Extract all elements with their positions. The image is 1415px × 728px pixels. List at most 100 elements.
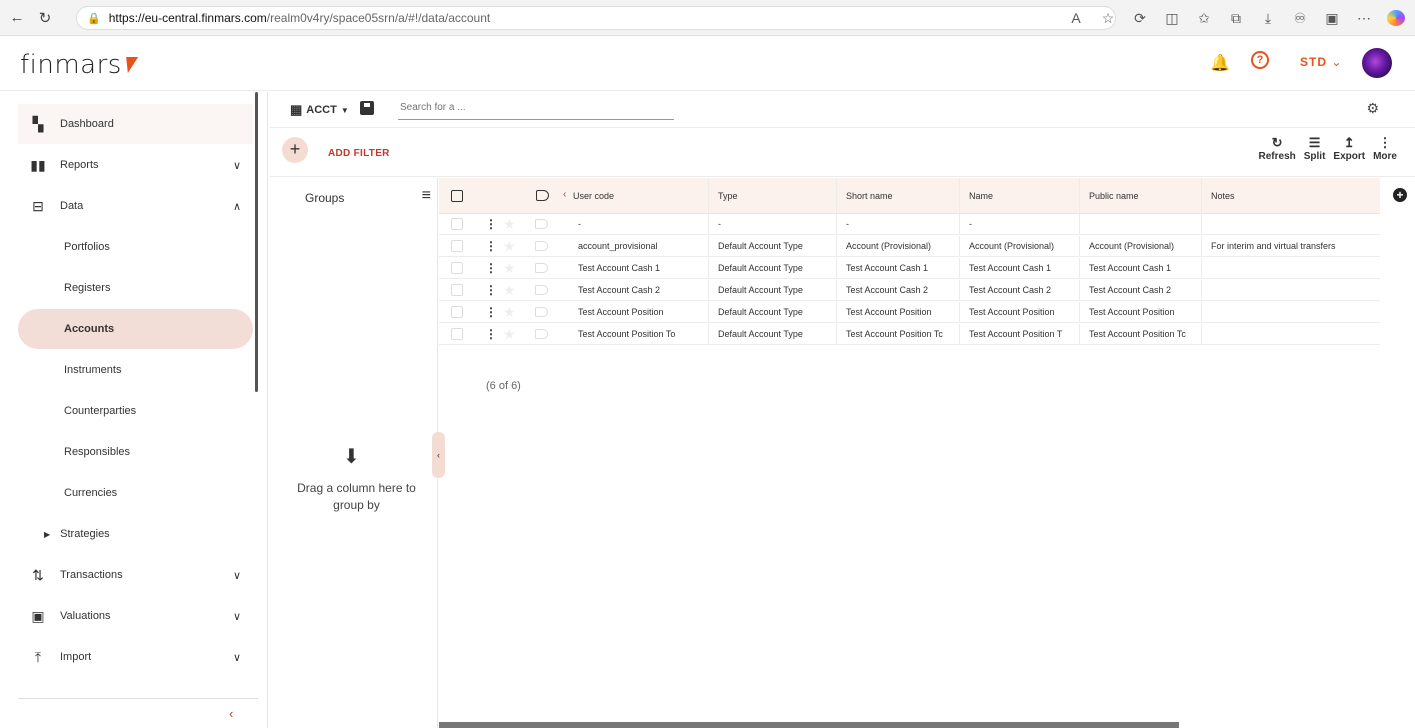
sidebar-item-currencies[interactable]: Currencies bbox=[18, 473, 253, 513]
collapse-sidebar-icon[interactable]: ‹ bbox=[229, 706, 233, 721]
table-row[interactable]: ⋮ ★ Test Account Position Default Account T… bbox=[439, 302, 1380, 323]
export-button[interactable]: ↥ Export bbox=[1333, 135, 1365, 162]
label-tag-icon[interactable] bbox=[535, 241, 548, 251]
table-cell[interactable]: - bbox=[960, 214, 1080, 234]
sidebar-item-import[interactable]: ⤒ Import ∨ bbox=[18, 637, 253, 677]
row-checkbox[interactable] bbox=[451, 218, 463, 230]
menu-icon[interactable]: ≡ bbox=[422, 187, 431, 205]
table-cell[interactable]: Account (Provisional) bbox=[1080, 236, 1202, 256]
table-cell[interactable]: Test Account Cash 1 bbox=[960, 258, 1080, 278]
sidebar-item-counterparties[interactable]: Counterparties bbox=[18, 391, 253, 431]
row-checkbox[interactable] bbox=[451, 328, 463, 340]
table-row[interactable]: ⋮ ★ Test Account Cash 2 Default Account Typ… bbox=[439, 280, 1380, 301]
table-cell[interactable] bbox=[1202, 258, 1380, 278]
more-icon[interactable]: ⋯ bbox=[1355, 10, 1373, 27]
sidebar-item-valuations[interactable]: ▣ Valuations ∨ bbox=[18, 596, 253, 636]
star-icon[interactable]: ★ bbox=[503, 304, 516, 321]
column-header-name[interactable]: Name bbox=[960, 178, 1080, 213]
gear-icon[interactable]: ⚙ bbox=[1366, 100, 1379, 117]
star-icon[interactable]: ★ bbox=[503, 282, 516, 299]
collections-icon[interactable]: ⧉ bbox=[1227, 10, 1245, 27]
sidebar-item-accounts[interactable]: Accounts bbox=[18, 309, 253, 349]
back-arrow-icon[interactable]: ← bbox=[6, 7, 28, 29]
table-cell[interactable] bbox=[1202, 324, 1380, 344]
row-checkbox[interactable] bbox=[451, 284, 463, 296]
table-cell[interactable]: - bbox=[837, 214, 960, 234]
star-icon[interactable]: ★ bbox=[503, 260, 516, 277]
row-menu-icon[interactable]: ⋮ bbox=[485, 239, 497, 253]
performance-icon[interactable]: ♾ bbox=[1291, 10, 1309, 27]
table-cell[interactable]: Account (Provisional) bbox=[837, 236, 960, 256]
table-cell[interactable] bbox=[1202, 280, 1380, 300]
table-cell[interactable] bbox=[1202, 214, 1380, 234]
label-tag-icon[interactable] bbox=[535, 263, 548, 273]
address-bar[interactable]: 🔒 https://eu-central.finmars.com /realm0… bbox=[76, 6, 1116, 30]
horizontal-scrollbar[interactable] bbox=[439, 722, 1179, 728]
label-tag-icon[interactable] bbox=[535, 329, 548, 339]
table-cell[interactable]: Test Account Position bbox=[960, 302, 1080, 322]
column-header-notes[interactable]: Notes bbox=[1202, 178, 1380, 213]
refresh-button[interactable]: ↻ Refresh bbox=[1259, 135, 1296, 162]
group-drop-zone[interactable]: Drag a column here to group by bbox=[284, 480, 429, 514]
table-cell[interactable]: Default Account Type bbox=[709, 236, 837, 256]
star-icon[interactable]: ★ bbox=[503, 326, 516, 343]
star-icon[interactable]: ★ bbox=[503, 238, 516, 255]
row-checkbox[interactable] bbox=[451, 306, 463, 318]
table-cell[interactable]: Test Account Position bbox=[1080, 302, 1202, 322]
help-icon[interactable]: ? bbox=[1251, 51, 1269, 69]
table-cell[interactable]: account_provisional bbox=[567, 236, 709, 256]
table-cell[interactable]: Test Account Position T bbox=[960, 324, 1080, 344]
table-cell[interactable]: Test Account Position Tc bbox=[837, 324, 960, 344]
column-header-public-name[interactable]: Public name bbox=[1080, 178, 1202, 213]
table-cell[interactable]: Test Account Cash 1 bbox=[1080, 258, 1202, 278]
more-button[interactable]: ⋮ More bbox=[1373, 135, 1397, 162]
table-cell[interactable]: Test Account Cash 1 bbox=[837, 258, 960, 278]
table-cell[interactable]: Test Account Cash 2 bbox=[837, 280, 960, 300]
table-row[interactable]: ⋮ ★ - - - - bbox=[439, 214, 1380, 235]
sidebar-item-responsibles[interactable]: Responsibles bbox=[18, 432, 253, 472]
read-aloud-icon[interactable]: A bbox=[1067, 10, 1085, 26]
star-icon[interactable]: ★ bbox=[503, 216, 516, 233]
select-all-checkbox[interactable] bbox=[451, 190, 463, 202]
table-row[interactable]: ⋮ ★ Test Account Position To Default Accoun… bbox=[439, 324, 1380, 345]
table-cell[interactable]: Test Account Position bbox=[837, 302, 960, 322]
row-menu-icon[interactable]: ⋮ bbox=[485, 217, 497, 231]
table-cell[interactable]: Default Account Type bbox=[709, 324, 837, 344]
column-arrow-icon[interactable]: ‹ bbox=[563, 189, 566, 200]
column-header-short-name[interactable]: Short name bbox=[837, 178, 960, 213]
table-cell[interactable]: Test Account Cash 1 bbox=[567, 258, 709, 278]
save-icon[interactable] bbox=[360, 101, 374, 115]
table-row[interactable]: ⋮ ★ Test Account Cash 1 Default Account Typ… bbox=[439, 258, 1380, 279]
row-menu-icon[interactable]: ⋮ bbox=[485, 283, 497, 297]
sidebar-item-portfolios[interactable]: Portfolios bbox=[18, 227, 253, 267]
table-cell[interactable]: Test Account Position To bbox=[567, 324, 709, 344]
label-tag-icon[interactable] bbox=[535, 219, 548, 229]
table-cell[interactable]: Default Account Type bbox=[709, 302, 837, 322]
copilot-icon[interactable] bbox=[1387, 10, 1405, 26]
label-tag-icon[interactable] bbox=[536, 190, 549, 201]
sidebar-item-reports[interactable]: ▮▮ Reports ∨ bbox=[18, 145, 253, 185]
add-filter-label[interactable]: ADD FILTER bbox=[328, 148, 390, 159]
sidebar-scrollbar[interactable] bbox=[255, 92, 258, 392]
search-input[interactable] bbox=[398, 96, 674, 120]
table-cell[interactable]: Default Account Type bbox=[709, 280, 837, 300]
table-cell[interactable]: Test Account Position bbox=[567, 302, 709, 322]
table-cell[interactable] bbox=[1202, 302, 1380, 322]
row-checkbox[interactable] bbox=[451, 262, 463, 274]
table-cell[interactable]: - bbox=[567, 214, 709, 234]
label-tag-icon[interactable] bbox=[535, 285, 548, 295]
extensions-icon[interactable]: ⟳ bbox=[1131, 10, 1149, 27]
finmars-logo[interactable]: finmars bbox=[20, 50, 139, 80]
favorites-icon[interactable]: ✩ bbox=[1195, 10, 1213, 27]
avatar[interactable] bbox=[1362, 48, 1392, 78]
reload-icon[interactable]: ↻ bbox=[34, 7, 56, 29]
split-screen-icon[interactable]: ◫ bbox=[1163, 10, 1181, 27]
notification-bell-icon[interactable]: 🔔 bbox=[1210, 53, 1230, 73]
table-cell[interactable]: For interim and virtual transfers bbox=[1202, 236, 1380, 256]
label-tag-icon[interactable] bbox=[535, 307, 548, 317]
table-cell[interactable]: - bbox=[709, 214, 837, 234]
sidebar-item-instruments[interactable]: Instruments bbox=[18, 350, 253, 390]
sidebar-item-data[interactable]: ⊟ Data ∧ bbox=[18, 186, 253, 226]
collapse-groups-handle[interactable]: ‹ bbox=[432, 432, 445, 478]
screenshot-icon[interactable]: ▣ bbox=[1323, 10, 1341, 27]
